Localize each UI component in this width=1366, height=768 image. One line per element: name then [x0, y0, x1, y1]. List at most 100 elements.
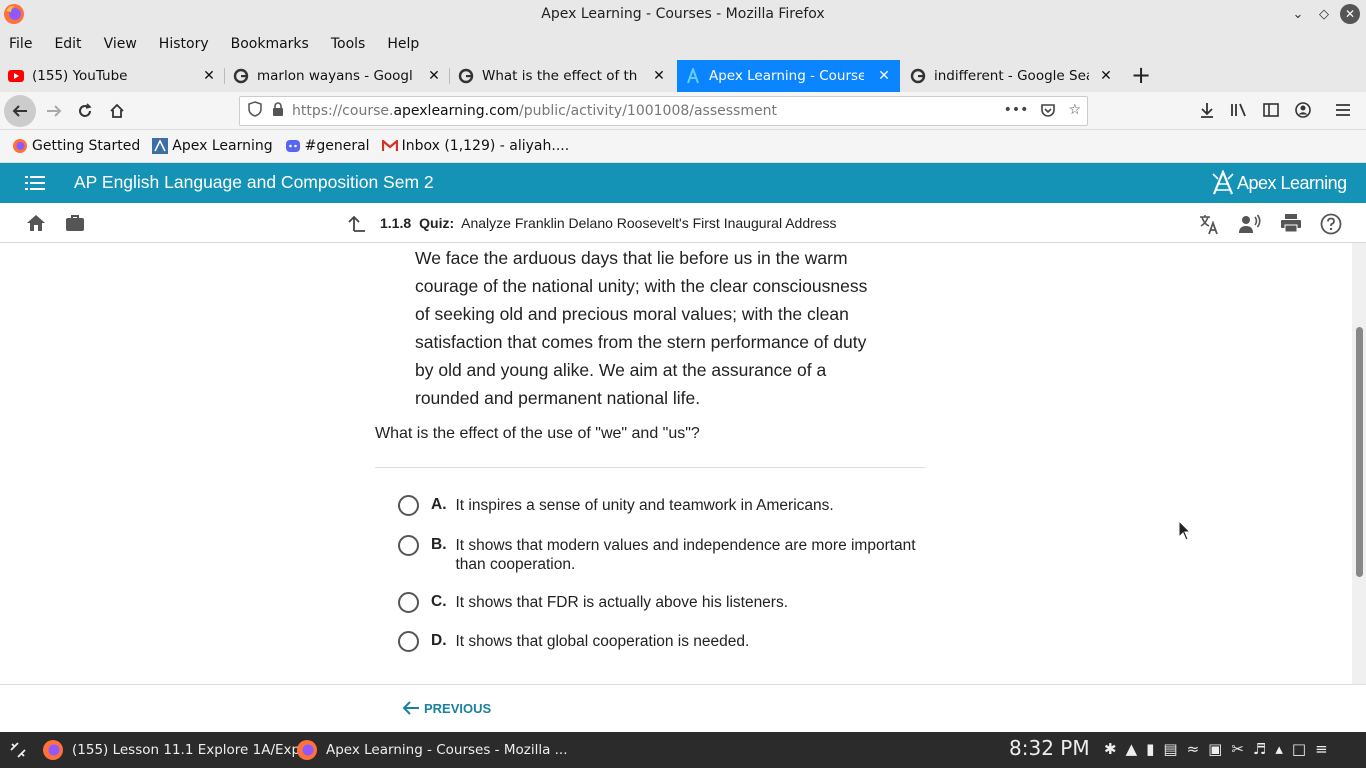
scrollbar-thumb[interactable]	[1356, 327, 1363, 577]
firefox-icon	[12, 138, 28, 154]
window-title: Apex Learning - Courses - Mozilla Firefo…	[541, 6, 825, 22]
app-launcher[interactable]	[8, 732, 28, 768]
answer-option-d[interactable]: D. It shows that global cooperation is n…	[398, 631, 931, 652]
app-menu-icon[interactable]	[1332, 98, 1354, 122]
tools-icon[interactable]: ✂	[1231, 740, 1244, 758]
page-actions-icon[interactable]: •••	[1004, 102, 1029, 122]
volume-icon[interactable]: ♬	[1253, 740, 1266, 758]
system-tray: ✱ ▲ ▮ ▤ ≈ ▣ ✂ ♬ ▴ □ ≡	[1104, 740, 1328, 758]
option-letter: D.	[431, 632, 447, 649]
tab-close-icon[interactable]: ✕	[1098, 68, 1114, 84]
option-text: It shows that FDR is actually above his …	[455, 594, 789, 611]
answer-option-a[interactable]: A. It inspires a sense of unity and team…	[398, 495, 931, 516]
arrow-left-icon	[402, 701, 419, 715]
update-icon[interactable]: ▲	[1126, 740, 1138, 758]
print-icon[interactable]	[1280, 213, 1302, 233]
shield-icon[interactable]	[248, 101, 262, 121]
menu-view[interactable]: View	[104, 36, 137, 52]
radio-button[interactable]	[398, 631, 419, 652]
menu-tools[interactable]: Tools	[331, 36, 366, 52]
task-label: Apex Learning - Courses - Mozilla ...	[326, 742, 568, 758]
lock-icon[interactable]	[272, 102, 284, 120]
apex-logo-text: Apex Learning	[1237, 172, 1347, 193]
taskbar-clock[interactable]: 8:32 PM	[1009, 736, 1090, 760]
tray-expand-icon[interactable]: ▴	[1275, 740, 1283, 758]
menu-help[interactable]: Help	[387, 36, 419, 52]
apex-icon	[685, 68, 701, 84]
back-button[interactable]	[4, 95, 36, 127]
taskbar-item-apex[interactable]: Apex Learning - Courses - Mozilla ...	[296, 732, 568, 768]
activity-type: Quiz:	[419, 215, 455, 231]
answer-option-b[interactable]: B. It shows that modern values and indep…	[398, 535, 931, 574]
pocket-icon[interactable]	[1040, 102, 1056, 122]
reload-button[interactable]	[70, 97, 100, 125]
question-divider	[375, 467, 925, 468]
forward-button[interactable]	[39, 97, 69, 125]
tab-youtube[interactable]: (155) YouTube ✕	[0, 60, 225, 92]
menu-edit[interactable]: Edit	[54, 36, 81, 52]
taskbar-item-lesson[interactable]: (155) Lesson 11.1 Explore 1A/Expl...	[42, 732, 317, 768]
passage-line: of seeking old and precious moral values…	[415, 304, 849, 324]
wifi-icon[interactable]: ≈	[1187, 740, 1200, 758]
bookmark-getting-started[interactable]: Getting Started	[12, 138, 140, 154]
menu-bar: File Edit View History Bookmarks Tools H…	[0, 28, 1366, 60]
battery-icon[interactable]: ▮	[1146, 740, 1154, 758]
firefox-icon	[43, 740, 63, 760]
settings-sliders-icon[interactable]: ≡	[1315, 740, 1328, 758]
help-icon[interactable]	[1320, 213, 1342, 235]
minimize-icon[interactable]: ⌄	[1288, 4, 1308, 24]
bookmark-general[interactable]: #general	[285, 138, 370, 154]
tab-close-icon[interactable]: ✕	[651, 68, 667, 84]
navigation-bar: https://course. apexlearning.com/public/a…	[0, 92, 1366, 130]
home-icon	[110, 103, 124, 118]
menu-bookmarks[interactable]: Bookmarks	[231, 36, 309, 52]
bluetooth-icon[interactable]: ✱	[1104, 740, 1117, 758]
home-button[interactable]	[102, 97, 132, 125]
screenshot-icon[interactable]: ▣	[1208, 740, 1222, 758]
home-icon[interactable]	[25, 213, 47, 233]
passage-line: We face the arduous days that lie before…	[415, 248, 848, 268]
tab-apex-learning[interactable]: Apex Learning - Courses ✕	[677, 60, 900, 92]
activity-footer: PREVIOUS	[0, 684, 1366, 732]
menu-history[interactable]: History	[159, 36, 209, 52]
show-desktop-icon[interactable]: □	[1292, 740, 1306, 758]
maximize-icon[interactable]: ◇	[1314, 4, 1334, 24]
bookmark-star-icon[interactable]: ☆	[1068, 102, 1081, 122]
apex-logo: Apex Learning	[1212, 170, 1347, 196]
url-bar[interactable]: https://course. apexlearning.com/public/a…	[239, 96, 1088, 126]
up-arrow-icon[interactable]	[346, 214, 366, 232]
answer-option-c[interactable]: C. It shows that FDR is actually above h…	[398, 592, 931, 613]
menu-file[interactable]: File	[9, 36, 32, 52]
tab-google-marlon[interactable]: marlon wayans - Google S ✕	[225, 60, 450, 92]
radio-button[interactable]	[398, 592, 419, 613]
tab-close-icon[interactable]: ✕	[426, 68, 442, 84]
content-scrollbar[interactable]	[1352, 243, 1366, 684]
sidebar-icon[interactable]	[1260, 98, 1282, 122]
radio-button[interactable]	[398, 535, 419, 556]
option-letter: C.	[431, 593, 447, 610]
tab-close-icon[interactable]: ✕	[201, 68, 217, 84]
downloads-icon[interactable]	[1196, 98, 1218, 122]
tab-label: marlon wayans - Google S	[257, 68, 412, 84]
new-tab-button[interactable]: +	[1129, 63, 1153, 88]
activity-toolbar-right	[1198, 213, 1342, 235]
clipboard-icon[interactable]: ▤	[1163, 740, 1177, 758]
bookmark-apex-learning[interactable]: Apex Learning	[152, 138, 273, 154]
translate-icon[interactable]	[1198, 213, 1220, 235]
bookmark-inbox[interactable]: Inbox (1,129) - aliyah....	[381, 138, 569, 154]
tab-close-icon[interactable]: ✕	[876, 68, 892, 84]
tab-google-effect[interactable]: What is the effect of the us ✕	[450, 60, 675, 92]
briefcase-icon[interactable]	[65, 213, 85, 233]
library-icon[interactable]	[1228, 98, 1250, 122]
tab-google-indifferent[interactable]: indifferent - Google Search ✕	[902, 60, 1122, 92]
text-to-speech-icon[interactable]	[1238, 213, 1262, 235]
mouse-cursor-icon	[1178, 520, 1192, 541]
firefox-icon	[297, 740, 317, 760]
account-icon[interactable]	[1292, 98, 1314, 122]
close-window-icon[interactable]: ✕	[1340, 4, 1360, 24]
option-letter: A.	[431, 496, 447, 513]
radio-button[interactable]	[398, 495, 419, 516]
hamburger-menu-icon[interactable]	[25, 175, 45, 191]
os-taskbar: (155) Lesson 11.1 Explore 1A/Expl... Ape…	[0, 732, 1366, 768]
previous-button[interactable]: PREVIOUS	[402, 700, 491, 716]
